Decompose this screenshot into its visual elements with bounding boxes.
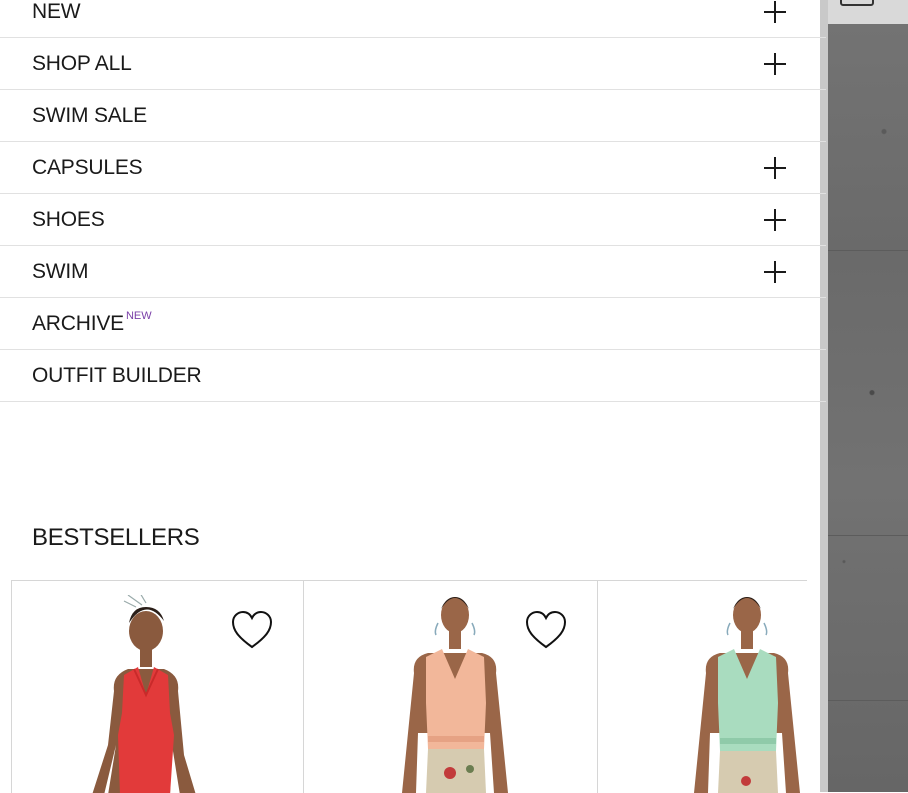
menu-item-label: SHOP ALL [32, 51, 132, 75]
menu-item-archive[interactable]: ARCHIVE NEW [0, 298, 826, 350]
menu-item-label: SWIM [32, 259, 89, 283]
product-card[interactable] [303, 581, 597, 793]
menu-item-outfit-builder[interactable]: OUTFIT BUILDER [0, 350, 826, 402]
product-image [92, 595, 196, 793]
backdrop-header-icon [840, 0, 874, 6]
menu-item-label: SWIM SALE [32, 103, 147, 127]
backdrop-hero-image [828, 24, 908, 792]
plus-icon[interactable] [764, 261, 786, 283]
navigation-drawer: NEW SHOP ALL SWIM SALE CAPSULES SHOES SW… [0, 0, 826, 793]
plus-icon[interactable] [764, 53, 786, 75]
plus-icon[interactable] [764, 209, 786, 231]
bestsellers-carousel[interactable] [11, 580, 807, 793]
page-backdrop [820, 0, 908, 792]
product-image [694, 597, 800, 793]
menu-item-shoes[interactable]: SHOES [0, 194, 826, 246]
menu-item-shop-all[interactable]: SHOP ALL [0, 38, 826, 90]
backdrop-header [828, 0, 908, 24]
menu-item-label: NEW [32, 0, 81, 23]
bestsellers-title: BESTSELLERS [32, 524, 200, 551]
product-image [402, 597, 508, 793]
product-card[interactable] [11, 581, 303, 793]
product-card[interactable] [597, 581, 807, 793]
new-badge: NEW [125, 309, 152, 322]
menu-item-capsules[interactable]: CAPSULES [0, 142, 826, 194]
menu-item-label: ARCHIVE [32, 311, 124, 335]
menu-item-label: OUTFIT BUILDER [32, 363, 202, 387]
menu-item-swim-sale[interactable]: SWIM SALE [0, 90, 826, 142]
plus-icon[interactable] [764, 157, 786, 179]
backdrop-seam [828, 250, 908, 251]
menu-item-swim[interactable]: SWIM [0, 246, 826, 298]
backdrop-seam [828, 700, 908, 701]
main-menu: NEW SHOP ALL SWIM SALE CAPSULES SHOES SW… [0, 0, 826, 402]
heart-outline-icon[interactable] [230, 609, 274, 651]
backdrop-seam [828, 535, 908, 536]
menu-item-label: SHOES [32, 207, 105, 231]
heart-outline-icon[interactable] [524, 609, 568, 651]
menu-item-new[interactable]: NEW [0, 0, 826, 38]
plus-icon[interactable] [764, 1, 786, 23]
menu-item-label: CAPSULES [32, 155, 143, 179]
